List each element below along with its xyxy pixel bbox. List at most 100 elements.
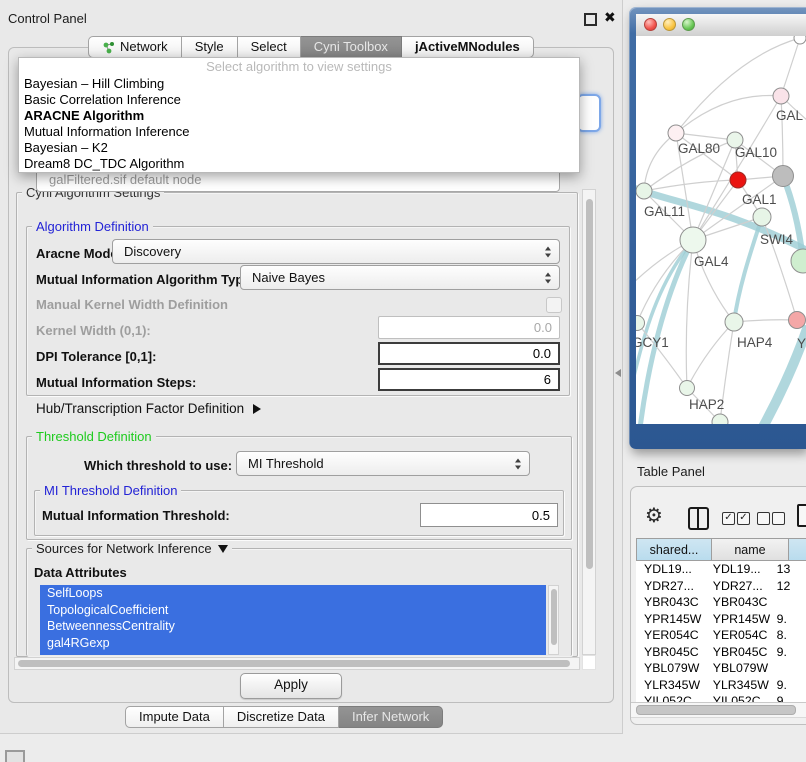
kernel-width-input[interactable]: 0.0 xyxy=(378,316,560,339)
export-table-icon[interactable] xyxy=(797,504,806,527)
network-edge xyxy=(687,322,734,388)
table-row[interactable]: YBR045CYBR045C9. xyxy=(636,644,806,661)
algorithm-option-dream8-dc-tdc-algorithm[interactable]: Dream8 DC_TDC Algorithm xyxy=(19,156,579,172)
network-node[interactable] xyxy=(794,36,806,44)
aracne-mode-combo[interactable]: Discovery xyxy=(112,239,560,264)
data-attributes-list[interactable]: SelfLoopsTopologicalCoefficientBetweenne… xyxy=(40,585,546,655)
network-node-gal11[interactable] xyxy=(636,183,652,199)
deselect-all-checkbox-icon[interactable] xyxy=(772,512,785,525)
select-all-checkbox-icon[interactable]: ✓ xyxy=(722,512,735,525)
algorithm-option-bayesian-hill-climbing[interactable]: Bayesian – Hill Climbing xyxy=(19,76,579,92)
bottom-tab-bar: Impute Data Discretize DataInfer Network xyxy=(125,706,443,728)
table-cell: YDL19... xyxy=(703,562,771,576)
table-hscrollbar[interactable] xyxy=(631,702,806,718)
column-header-shared[interactable]: shared... xyxy=(636,538,712,561)
network-node[interactable] xyxy=(791,249,806,273)
mi-steps-input[interactable]: 6 xyxy=(378,368,560,391)
network-node-gal4[interactable] xyxy=(680,227,706,253)
select-all-checkbox-icon[interactable]: ✓ xyxy=(737,512,750,525)
network-node[interactable] xyxy=(730,172,746,188)
table-row[interactable]: YIL052CYIL052C9 xyxy=(636,693,806,702)
tab-cyni-toolbox[interactable]: Cyni Toolbox xyxy=(301,36,402,58)
algorithm-option-basic-correlation-inference[interactable]: Basic Correlation Inference xyxy=(19,92,579,108)
tab-network[interactable]: Network xyxy=(88,36,182,58)
data-attribute-item-betweennesscentrality[interactable]: BetweennessCentrality xyxy=(40,618,546,635)
mi-threshold-label: Mutual Information Threshold: xyxy=(42,508,230,523)
close-icon[interactable]: ✖ xyxy=(604,9,616,26)
table-row[interactable]: YLR345WYLR345W9. xyxy=(636,677,806,694)
settings-hscroll-thumb[interactable] xyxy=(18,660,570,667)
network-node-hap2[interactable] xyxy=(680,381,695,396)
list-vscroll-thumb[interactable] xyxy=(551,589,557,645)
focused-spinner[interactable] xyxy=(577,94,601,132)
table-cell: YBR043C xyxy=(703,595,771,609)
table-cell: YLR345W xyxy=(636,678,703,692)
node-label-hap4: HAP4 xyxy=(737,335,773,350)
which-threshold-combo[interactable]: MI Threshold xyxy=(236,451,530,476)
tab-label: jActiveMNodules xyxy=(415,36,520,58)
data-attribute-item-selfloops[interactable]: SelfLoops xyxy=(40,585,546,602)
tab-style[interactable]: Style xyxy=(182,36,238,58)
network-edge xyxy=(781,38,800,96)
data-attributes-label: Data Attributes xyxy=(34,565,127,580)
algorithm-option-bayesian-k2[interactable]: Bayesian – K2 xyxy=(19,140,579,156)
sources-group-label[interactable]: Sources for Network Inference xyxy=(32,541,232,556)
network-node-gal[interactable] xyxy=(773,88,789,104)
algorithm-option-mutual-information-inference[interactable]: Mutual Information Inference xyxy=(19,124,579,140)
settings-vscrollbar[interactable] xyxy=(582,189,596,655)
tab-select[interactable]: Select xyxy=(238,36,301,58)
table-cell: 8. xyxy=(771,628,806,642)
tab-discretize-data[interactable]: Discretize Data xyxy=(224,706,339,728)
apply-button[interactable]: Apply xyxy=(240,673,342,699)
tab-label: Impute Data xyxy=(139,706,210,728)
traffic-minimize-button[interactable] xyxy=(663,18,676,31)
float-window-icon[interactable] xyxy=(584,13,597,26)
network-node-hap4[interactable] xyxy=(725,313,743,331)
settings-vscroll-thumb[interactable] xyxy=(586,199,593,569)
tab-jactivemnodules[interactable]: jActiveMNodules xyxy=(402,36,534,58)
stepper-arrows-icon xyxy=(515,458,521,469)
mi-type-combo[interactable]: Naive Bayes xyxy=(240,265,560,290)
gear-icon[interactable]: ⚙ xyxy=(645,503,663,527)
network-node-swi4[interactable] xyxy=(753,208,771,226)
network-canvas[interactable]: GALGAL80GAL10GAL1SWI4GAL11GAL4HAP4YGCY1H… xyxy=(636,36,806,424)
data-attribute-item-gal4rgexp[interactable]: gal4RGexp xyxy=(40,635,546,652)
deselect-all-checkbox-icon[interactable] xyxy=(757,512,770,525)
traffic-close-button[interactable] xyxy=(644,18,657,31)
aracne-mode-label: Aracne Mode: xyxy=(36,246,122,261)
network-node-gal1[interactable] xyxy=(773,166,794,187)
table-row[interactable]: YDL19...YDL19...13 xyxy=(636,561,806,578)
dpi-tolerance-input[interactable]: 0.0 xyxy=(378,342,560,365)
traffic-zoom-button[interactable] xyxy=(682,18,695,31)
table-row[interactable]: YER054CYER054C8. xyxy=(636,627,806,644)
table-row[interactable]: YBR043CYBR043C xyxy=(636,594,806,611)
manual-kernel-checkbox[interactable] xyxy=(546,297,562,313)
network-titlebar[interactable] xyxy=(636,14,806,37)
tab-impute-data[interactable]: Impute Data xyxy=(125,706,224,728)
scrollbar-corner xyxy=(582,655,596,670)
node-label-hap2: HAP2 xyxy=(689,397,724,412)
network-node-gcy1[interactable] xyxy=(636,316,645,331)
mi-threshold-input[interactable]: 0.5 xyxy=(420,503,558,527)
list-vscrollbar[interactable] xyxy=(548,585,559,655)
data-attribute-item-topologicalcoefficient[interactable]: TopologicalCoefficient xyxy=(40,602,546,619)
tab-infer-network[interactable]: Infer Network xyxy=(339,706,443,728)
algorithm-option-aracne-algorithm[interactable]: ARACNE Algorithm xyxy=(19,108,579,124)
network-edge xyxy=(783,176,803,261)
panel-collapse-arrow-icon[interactable] xyxy=(615,369,621,377)
table-row[interactable]: YPR145WYPR145W9. xyxy=(636,611,806,628)
table-row[interactable]: YDR27...YDR27...12 xyxy=(636,578,806,595)
show-columns-icon[interactable] xyxy=(688,507,709,530)
node-label-gal80: GAL80 xyxy=(678,141,720,156)
column-header-name[interactable]: name xyxy=(712,538,789,561)
minimized-panel-icon[interactable] xyxy=(5,750,25,762)
column-header[interactable] xyxy=(789,538,806,561)
table-row[interactable]: YBL079WYBL079W xyxy=(636,660,806,677)
table-hscroll-thumb[interactable] xyxy=(636,705,796,715)
settings-hscrollbar[interactable] xyxy=(14,657,580,670)
network-node-gal80[interactable] xyxy=(668,125,684,141)
mi-type-label: Mutual Information Algorithm Type: xyxy=(36,272,255,287)
hub-definition-toggle[interactable]: Hub/Transcription Factor Definition xyxy=(36,401,261,416)
table-cell: YDL19... xyxy=(636,562,703,576)
network-node-y[interactable] xyxy=(789,312,806,329)
